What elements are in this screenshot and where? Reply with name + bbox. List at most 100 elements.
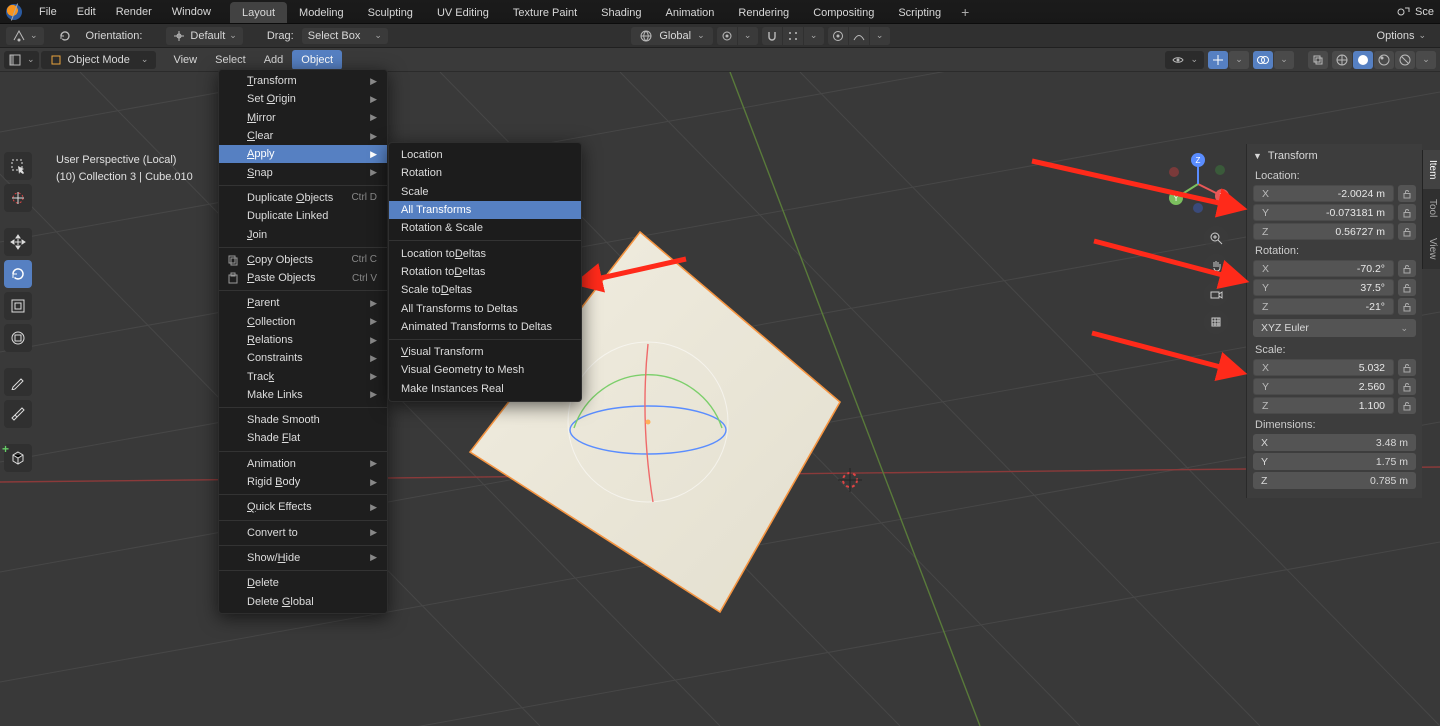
tab-rendering[interactable]: Rendering: [726, 2, 801, 23]
tool-transform[interactable]: [4, 324, 32, 352]
apply-scale[interactable]: Scale: [389, 183, 581, 201]
rotation-x-field[interactable]: X-70.2°: [1253, 260, 1394, 277]
falloff-icon[interactable]: [849, 27, 869, 45]
snap-cluster[interactable]: ⌄: [762, 27, 824, 45]
menu-item-parent[interactable]: Parent▶: [219, 294, 387, 312]
proportional-toggle-icon[interactable]: [828, 27, 848, 45]
add-workspace-button[interactable]: +: [953, 1, 977, 23]
tool-move[interactable]: [4, 228, 32, 256]
shading-material[interactable]: [1374, 51, 1394, 69]
menu-item-constraints[interactable]: Constraints▶: [219, 349, 387, 367]
dimension-y-field[interactable]: Y1.75 m: [1253, 453, 1416, 470]
lock-icon[interactable]: [1398, 185, 1416, 202]
apply-all-transforms-to-deltas[interactable]: All Transforms to Deltas: [389, 299, 581, 317]
pan-icon[interactable]: [1204, 254, 1228, 278]
shading-rendered[interactable]: [1395, 51, 1415, 69]
apply-visual-geometry-to-mesh[interactable]: Visual Geometry to Mesh: [389, 361, 581, 379]
top-menu-file[interactable]: File: [30, 2, 66, 22]
apply-location-to-deltas[interactable]: Location to Deltas: [389, 244, 581, 262]
menu-item-clear[interactable]: Clear▶: [219, 127, 387, 145]
pivot-chevron-icon[interactable]: ⌄: [738, 27, 758, 45]
apply-rotation-scale[interactable]: Rotation & Scale: [389, 219, 581, 237]
lock-icon[interactable]: [1398, 223, 1416, 240]
tool-scale[interactable]: [4, 292, 32, 320]
menu-item-mirror[interactable]: Mirror▶: [219, 109, 387, 127]
camera-icon[interactable]: [1204, 282, 1228, 306]
menu-item-join[interactable]: Join: [219, 225, 387, 243]
apply-location[interactable]: Location: [389, 146, 581, 164]
shading-chevron-icon[interactable]: ⌄: [1416, 51, 1436, 69]
dimension-z-field[interactable]: Z0.785 m: [1253, 472, 1416, 489]
editor-menu-object[interactable]: Object: [292, 50, 342, 70]
editor-menu-select[interactable]: Select: [206, 50, 255, 70]
tool-add-cube[interactable]: +: [4, 444, 32, 472]
tab-uv-editing[interactable]: UV Editing: [425, 2, 501, 23]
scene-icon[interactable]: [1395, 4, 1411, 20]
overlays-chevron-icon[interactable]: ⌄: [1274, 51, 1294, 69]
nav-gizmo[interactable]: X Y Z: [1166, 152, 1230, 216]
apply-animated-transforms-to-deltas[interactable]: Animated Transforms to Deltas: [389, 318, 581, 336]
lock-icon[interactable]: [1398, 279, 1416, 296]
side-tab-view[interactable]: View: [1422, 228, 1440, 270]
transform-orientations-dropdown[interactable]: ⌄: [6, 27, 44, 45]
tool-annotate[interactable]: [4, 368, 32, 396]
top-menu-edit[interactable]: Edit: [68, 2, 105, 22]
perspective-icon[interactable]: [1204, 310, 1228, 334]
menu-item-copy-objects[interactable]: Copy ObjectsCtrl C: [219, 251, 387, 269]
rotation-mode-dropdown[interactable]: XYZ Euler⌄: [1253, 319, 1416, 337]
menu-item-duplicate-objects[interactable]: Duplicate ObjectsCtrl D: [219, 189, 387, 207]
tool-rotate[interactable]: [4, 260, 32, 288]
mode-dropdown[interactable]: Object Mode⌄: [41, 51, 157, 69]
apply-scale-to-deltas[interactable]: Scale to Deltas: [389, 281, 581, 299]
tool-cursor[interactable]: [4, 184, 32, 212]
shading-solid[interactable]: [1353, 51, 1373, 69]
editor-menu-add[interactable]: Add: [255, 50, 293, 70]
scale-y-field[interactable]: Y2.560: [1253, 378, 1394, 395]
menu-item-shade-flat[interactable]: Shade Flat: [219, 429, 387, 447]
scale-x-field[interactable]: X5.032: [1253, 359, 1394, 376]
apply-rotation-to-deltas[interactable]: Rotation to Deltas: [389, 263, 581, 281]
rotation-z-field[interactable]: Z-21°: [1253, 298, 1394, 315]
lock-icon[interactable]: [1398, 260, 1416, 277]
menu-item-snap[interactable]: Snap▶: [219, 163, 387, 181]
zoom-icon[interactable]: [1204, 226, 1228, 250]
menu-item-quick-effects[interactable]: Quick Effects▶: [219, 498, 387, 516]
top-menu-render[interactable]: Render: [107, 2, 161, 22]
tab-sculpting[interactable]: Sculpting: [356, 2, 425, 23]
lock-icon[interactable]: [1398, 378, 1416, 395]
transform-panel-header[interactable]: ▼ Transform: [1249, 146, 1420, 166]
lock-icon[interactable]: [1398, 359, 1416, 376]
apply-all-transforms[interactable]: All Transforms: [389, 201, 581, 219]
snap-toggle-icon[interactable]: [762, 27, 782, 45]
snap-chevron-icon[interactable]: ⌄: [804, 27, 824, 45]
tab-compositing[interactable]: Compositing: [801, 2, 886, 23]
tab-scripting[interactable]: Scripting: [886, 2, 953, 23]
proportional-cluster[interactable]: ⌄: [828, 27, 890, 45]
lock-icon[interactable]: [1398, 397, 1416, 414]
menu-item-collection[interactable]: Collection▶: [219, 313, 387, 331]
lock-icon[interactable]: [1398, 204, 1416, 221]
show-gizmo-toggle[interactable]: [1208, 51, 1228, 69]
apply-make-instances-real[interactable]: Make Instances Real: [389, 380, 581, 398]
menu-item-set-origin[interactable]: Set Origin▶: [219, 90, 387, 108]
tab-modeling[interactable]: Modeling: [287, 2, 356, 23]
top-menu-window[interactable]: Window: [163, 2, 220, 22]
tab-layout[interactable]: Layout: [230, 2, 287, 23]
tab-shading[interactable]: Shading: [589, 2, 653, 23]
tool-measure[interactable]: [4, 400, 32, 428]
overlays-toggle[interactable]: [1253, 51, 1273, 69]
location-y-field[interactable]: Y-0.073181 m: [1253, 204, 1394, 221]
menu-item-apply[interactable]: Apply▶: [219, 145, 387, 163]
menu-item-track[interactable]: Track▶: [219, 367, 387, 385]
menu-item-delete-global[interactable]: Delete Global: [219, 592, 387, 610]
menu-item-relations[interactable]: Relations▶: [219, 331, 387, 349]
menu-item-delete[interactable]: Delete: [219, 574, 387, 592]
menu-item-rigid-body[interactable]: Rigid Body▶: [219, 473, 387, 491]
orientation-dropdown[interactable]: Default⌄: [166, 27, 242, 45]
gizmo-chevron-icon[interactable]: ⌄: [1229, 51, 1249, 69]
menu-item-animation[interactable]: Animation▶: [219, 455, 387, 473]
global-dropdown[interactable]: Global⌄: [631, 27, 712, 45]
rotation-y-field[interactable]: Y37.5°: [1253, 279, 1394, 296]
shading-wireframe[interactable]: [1332, 51, 1352, 69]
pivot-cluster[interactable]: ⌄: [717, 27, 758, 45]
